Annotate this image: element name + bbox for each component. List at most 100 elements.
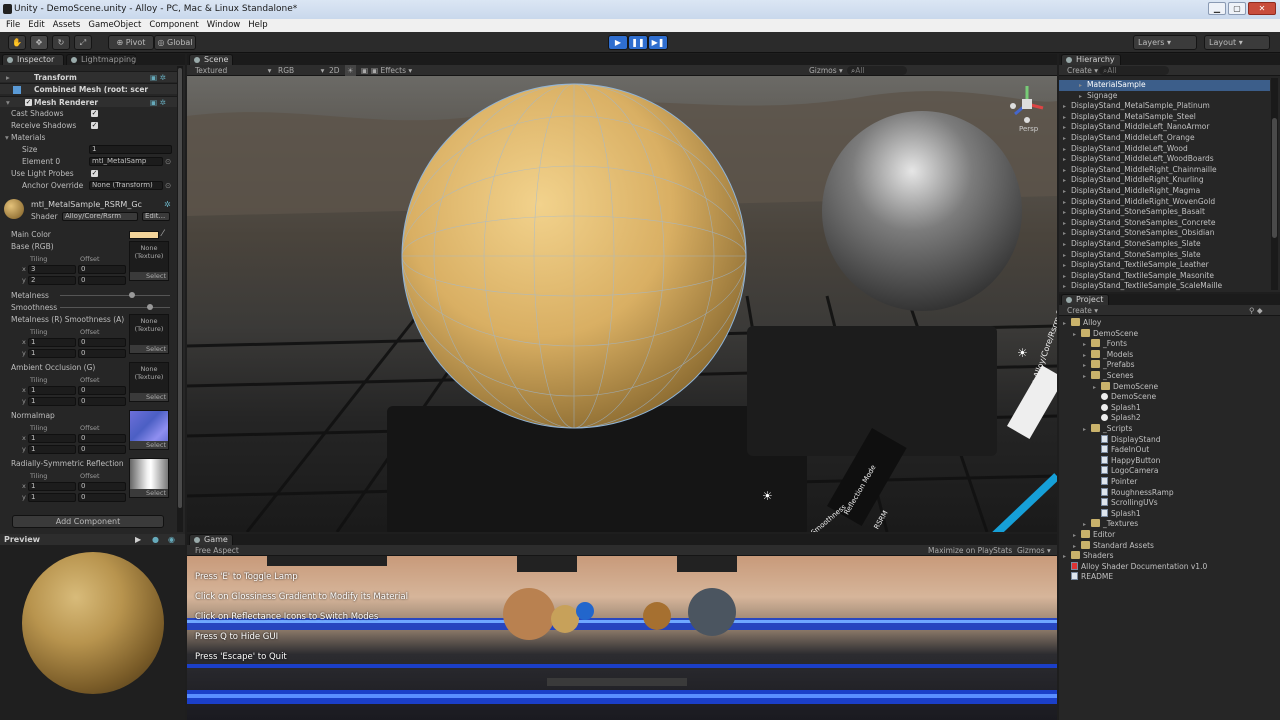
nm-tiling-y-field[interactable]: 1 (28, 445, 76, 454)
minimize-button[interactable]: ▁ (1208, 2, 1226, 15)
project-item[interactable]: ▸ _Fonts (1059, 339, 1280, 350)
menu-window[interactable]: Window (207, 19, 241, 32)
hierarchy-scrollbar[interactable] (1271, 78, 1278, 290)
project-item[interactable]: ▸ Standard Assets (1059, 540, 1280, 552)
scale-tool-button[interactable]: ⤢ (74, 35, 92, 50)
expand-arrow-icon[interactable]: ▸ (1063, 123, 1071, 133)
mesh-renderer-header[interactable]: ▾ ✓ Mesh Renderer ▣ ✲ (0, 96, 177, 107)
base-tiling-x-field[interactable]: 3 (28, 265, 76, 274)
scene-lighting-toggle[interactable]: ☀ (345, 65, 356, 76)
hierarchy-scroll-thumb[interactable] (1272, 118, 1277, 238)
rr-offset-x-field[interactable]: 0 (78, 482, 126, 491)
menu-component[interactable]: Component (149, 19, 198, 32)
metalness-slider-track[interactable] (60, 295, 170, 296)
project-item[interactable]: Splash1 (1059, 508, 1280, 520)
rotate-tool-button[interactable]: ↻ (52, 35, 70, 50)
ao-texture-slot[interactable]: None (Texture) Select (129, 362, 169, 402)
tab-scene[interactable]: Scene (189, 54, 233, 65)
material-gear-icon[interactable]: ✲ (164, 199, 171, 210)
gizmos-dropdown[interactable]: Gizmos ▾ (809, 65, 843, 76)
hierarchy-item[interactable]: ▸ DisplayStand_StoneSamples_Concrete (1059, 218, 1270, 229)
base-texture-slot[interactable]: None (Texture) Select (129, 241, 169, 281)
expand-arrow-icon[interactable]: ▸ (1093, 383, 1101, 393)
cast-shadows-checkbox[interactable]: ✓ (91, 110, 98, 117)
expand-arrow-icon[interactable]: ▸ (1063, 282, 1071, 292)
preview-light-icon[interactable]: ● (152, 534, 159, 545)
metalness-slider-thumb[interactable] (129, 292, 135, 298)
object-picker-icon[interactable]: ⊙ (165, 156, 171, 167)
light-gizmo-icon[interactable]: ☀ (762, 489, 773, 503)
scene-orientation-gizmo[interactable]: Persp (1007, 84, 1047, 144)
pause-button[interactable]: ❚❚ (628, 35, 648, 50)
normalmap-select[interactable]: Select (130, 441, 168, 449)
expand-arrow-icon[interactable]: ▸ (1063, 102, 1071, 112)
hierarchy-item[interactable]: ▸ DisplayStand_MiddleLeft_Wood (1059, 144, 1270, 155)
stats-toggle[interactable]: Stats (993, 545, 1012, 556)
step-button[interactable]: ▶❚ (648, 35, 668, 50)
ao-offset-y-field[interactable]: 0 (78, 397, 126, 406)
size-field[interactable]: 1 (89, 145, 172, 154)
project-item[interactable]: ▸ Shaders (1059, 551, 1280, 562)
expand-arrow-icon[interactable]: ▸ (1063, 166, 1071, 176)
hierarchy-item[interactable]: ▸ DisplayStand_StoneSamples_Obsidian (1059, 228, 1270, 239)
game-gizmos-dropdown[interactable]: Gizmos ▾ (1017, 545, 1051, 556)
hierarchy-item[interactable]: ▸ DisplayStand_MiddleRight_WovenGold (1059, 197, 1270, 208)
hierarchy-item[interactable]: ▸ DisplayStand_MetalSample_Steel (1059, 112, 1270, 123)
expand-arrow-icon[interactable]: ▸ (1079, 81, 1087, 91)
expand-arrow-icon[interactable]: ▸ (1063, 208, 1071, 218)
play-button[interactable]: ▶ (608, 35, 628, 50)
ao-select[interactable]: Select (130, 393, 168, 401)
rr-tiling-x-field[interactable]: 1 (28, 482, 76, 491)
tab-project[interactable]: Project (1061, 294, 1109, 305)
project-item[interactable]: ▸ _Scripts (1059, 424, 1280, 435)
expand-arrow-icon[interactable]: ▸ (1063, 240, 1071, 250)
combined-mesh-header[interactable]: Combined Mesh (root: scer (0, 83, 177, 94)
project-item[interactable]: ▸ DemoScene (1059, 381, 1280, 393)
expand-arrow-icon[interactable]: ▸ (1063, 176, 1071, 186)
global-toggle[interactable]: ◎ Global (154, 35, 196, 50)
preview-play-icon[interactable]: ▶ (135, 534, 141, 545)
normalmap-texture-slot[interactable]: Select (129, 410, 169, 450)
expand-arrow-icon[interactable]: ▸ (1073, 531, 1081, 541)
nm-tiling-x-field[interactable]: 1 (28, 434, 76, 443)
expand-arrow-icon[interactable]: ▸ (1083, 425, 1091, 435)
metal-smooth-select[interactable]: Select (130, 345, 168, 353)
expand-arrow-icon[interactable]: ▸ (1063, 261, 1071, 271)
hierarchy-item[interactable]: ▸ DisplayStand_StoneSamples_Slate (1059, 250, 1270, 261)
use-light-probes-checkbox[interactable]: ✓ (91, 170, 98, 177)
add-component-button[interactable]: Add Component (12, 515, 164, 528)
smoothness-slider-thumb[interactable] (147, 304, 153, 310)
expand-arrow-icon[interactable]: ▸ (1073, 542, 1081, 552)
metal-smooth-texture-slot[interactable]: None (Texture) Select (129, 314, 169, 354)
hierarchy-item[interactable]: ▸ DisplayStand_StoneSamples_Basalt (1059, 207, 1270, 218)
menu-file[interactable]: File (6, 19, 20, 32)
2d-toggle[interactable]: 2D (329, 65, 340, 76)
main-color-swatch[interactable] (129, 231, 159, 239)
project-item[interactable]: DemoScene (1059, 392, 1280, 403)
hierarchy-search-input[interactable]: ⌕All (1099, 66, 1169, 75)
rr-offset-y-field[interactable]: 0 (78, 493, 126, 502)
project-item[interactable]: Alloy Shader Documentation v1.0 (1059, 561, 1280, 573)
game-viewport[interactable]: Press 'E' to Toggle Lamp Click on Glossi… (187, 556, 1057, 720)
project-filter-icon[interactable]: ⚲ ◆ (1249, 305, 1263, 316)
project-item[interactable]: Pointer (1059, 477, 1280, 488)
expand-arrow-icon[interactable]: ▸ (1063, 198, 1071, 208)
ms-tiling-y-field[interactable]: 1 (28, 349, 76, 358)
expand-arrow-icon[interactable]: ▸ (1063, 187, 1071, 197)
hierarchy-item[interactable]: ▸ DisplayStand_TextileSample_Masonite (1059, 271, 1270, 282)
expand-arrow-icon[interactable]: ▸ (1083, 340, 1091, 350)
shader-dropdown[interactable]: Alloy/Core/Rsrm (62, 212, 138, 221)
hierarchy-item[interactable]: ▸ DisplayStand_TextileSample_ScaleMaille (1059, 281, 1270, 292)
project-item[interactable]: ScrollingUVs (1059, 498, 1280, 509)
hierarchy-item[interactable]: ▸ DisplayStand_MiddleRight_Knurling (1059, 175, 1270, 186)
effects-dropdown[interactable]: ▣ Effects ▾ (371, 65, 412, 76)
ms-tiling-x-field[interactable]: 1 (28, 338, 76, 347)
expand-arrow-icon[interactable]: ▸ (1083, 520, 1091, 530)
materials-foldout[interactable]: ▾ Materials (0, 132, 185, 143)
color-mode-dropdown[interactable]: RGB ▾ (278, 65, 324, 76)
layout-dropdown[interactable]: Layout ▾ (1204, 35, 1270, 50)
expand-arrow-icon[interactable]: ▸ (1063, 319, 1071, 329)
hierarchy-item[interactable]: ▸ MaterialSample (1059, 80, 1270, 91)
hierarchy-item[interactable]: ▸ DisplayStand_StoneSamples_Slate (1059, 239, 1270, 250)
expand-arrow-icon[interactable]: ▸ (1063, 552, 1071, 562)
